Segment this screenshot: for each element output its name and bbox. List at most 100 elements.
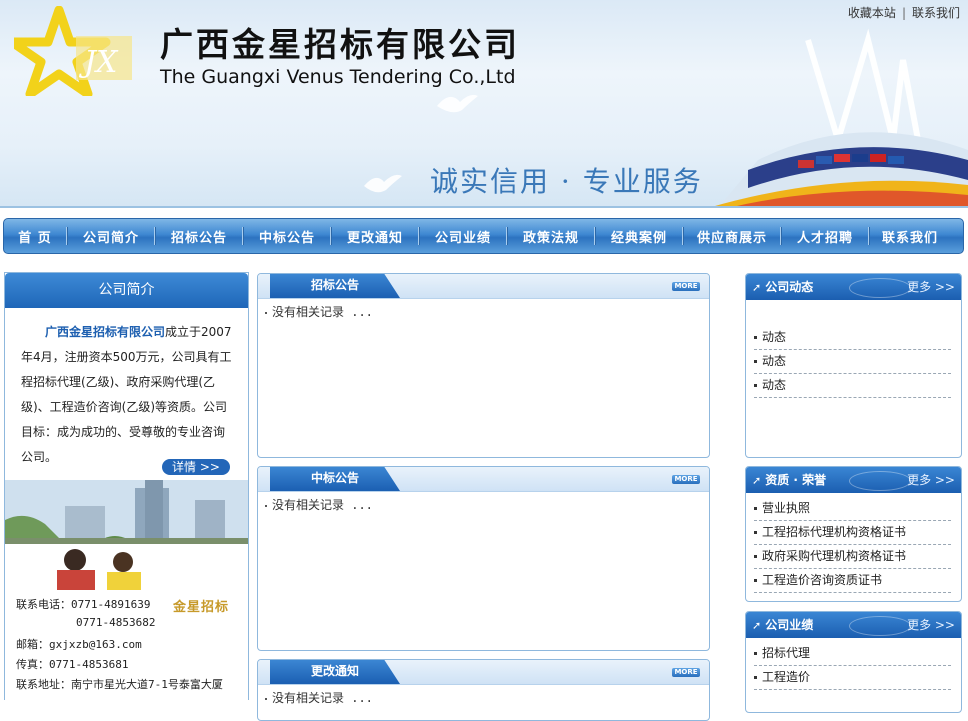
panel-title: 中标公告 xyxy=(270,467,400,491)
detail-button[interactable]: 详情 >> xyxy=(162,459,230,475)
arrow-icon: ➚ xyxy=(752,619,762,632)
list-item[interactable]: 工程造价咨询资质证书 xyxy=(754,569,951,593)
qualifications-panel: ➚ 资质 · 荣誉 更多 >> 营业执照 工程招标代理机构资格证书 政府采购代理机… xyxy=(745,466,962,602)
staff-photo xyxy=(57,549,141,590)
more-link[interactable]: 更多 >> xyxy=(907,467,955,493)
company-news-panel: ➚ 公司动态 更多 >> 动态 动态 动态 xyxy=(745,273,962,458)
intro-text: 成立于2007年4月，注册资本500万元，公司具有工程招标代理(乙级)、政府采购… xyxy=(21,325,232,464)
arrow-icon: ➚ xyxy=(752,281,762,294)
more-link[interactable]: 更多 >> xyxy=(907,274,955,300)
more-button[interactable]: MORE xyxy=(672,668,700,677)
more-button[interactable]: MORE xyxy=(672,282,700,291)
about-panel-title: 公司简介 xyxy=(5,273,248,308)
main-nav: 首 页 公司简介 招标公告 中标公告 更改通知 公司业绩 政策法规 经典案例 供… xyxy=(3,218,964,254)
panel-body: 没有相关记录 ... xyxy=(258,685,709,710)
bullet-icon xyxy=(754,531,757,534)
swirl-decoration xyxy=(849,616,911,636)
contact-phone: 联系电话：0771-4891639 xyxy=(16,598,151,611)
nav-contact[interactable]: 联系我们 xyxy=(870,227,950,246)
empty-message: 没有相关记录 ... xyxy=(272,305,373,319)
panel-title: 更改通知 xyxy=(270,660,400,684)
list-item[interactable]: 工程招标代理机构资格证书 xyxy=(754,521,951,545)
tender-notice-panel: 招标公告 MORE 没有相关记录 ... xyxy=(257,273,710,458)
slogan: 诚实信用 · 专业服务 xyxy=(430,165,703,198)
bullet-icon xyxy=(754,360,757,363)
dove-icon xyxy=(437,94,478,113)
nav-change-notice[interactable]: 更改通知 xyxy=(332,227,418,246)
swirl-decoration xyxy=(849,278,911,298)
star-logo-icon: JX xyxy=(14,6,132,96)
bullet-icon xyxy=(754,652,757,655)
panel-title: 资质 · 荣誉 xyxy=(765,473,827,487)
nav-home[interactable]: 首 页 xyxy=(4,227,66,246)
panel-header: ➚ 资质 · 荣誉 更多 >> xyxy=(746,467,961,493)
panel-title: 公司动态 xyxy=(765,280,814,294)
nav-about[interactable]: 公司简介 xyxy=(68,227,154,246)
nav-jobs[interactable]: 人才招聘 xyxy=(782,227,868,246)
city-photo xyxy=(5,480,248,544)
change-notice-panel: 更改通知 MORE 没有相关记录 ... xyxy=(257,659,710,721)
site-header: JX 广西金星招标有限公司 The Guangxi Venus Tenderin… xyxy=(0,0,968,208)
panel-body: 没有相关记录 ... xyxy=(258,299,709,324)
panel-header: ➚ 公司业绩 更多 >> xyxy=(746,612,961,638)
list-item[interactable]: 招标代理 xyxy=(754,642,951,666)
list-item[interactable]: 动态 xyxy=(754,374,951,398)
contact-phone-2: 0771-4853682 xyxy=(76,616,156,629)
bullet-icon xyxy=(754,336,757,339)
panel-header: 更改通知 MORE xyxy=(258,660,709,685)
panel-header: 中标公告 MORE xyxy=(258,467,709,492)
list-item[interactable]: 动态 xyxy=(754,350,951,374)
about-intro: 广西金星招标有限公司成立于2007年4月，注册资本500万元，公司具有工程招标代… xyxy=(5,308,248,470)
more-link[interactable]: 更多 >> xyxy=(907,612,955,638)
panel-header: ➚ 公司动态 更多 >> xyxy=(746,274,961,300)
list-item[interactable]: 政府采购代理机构资格证书 xyxy=(754,545,951,569)
panel-body: 没有相关记录 ... xyxy=(258,492,709,517)
bullet-icon xyxy=(754,384,757,387)
nav-award-notice[interactable]: 中标公告 xyxy=(244,227,330,246)
stadium-illustration xyxy=(708,28,968,208)
link-separator: | xyxy=(901,6,906,20)
panel-header: 招标公告 MORE xyxy=(258,274,709,299)
bullet-icon xyxy=(265,504,267,507)
empty-message: 没有相关记录 ... xyxy=(272,691,373,705)
about-panel: 公司简介 广西金星招标有限公司成立于2007年4月，注册资本500万元，公司具有… xyxy=(4,272,249,700)
award-notice-panel: 中标公告 MORE 没有相关记录 ... xyxy=(257,466,710,651)
arrow-icon: ➚ xyxy=(752,474,762,487)
brand-stamp: 金星招标 xyxy=(173,600,230,615)
contact-address: 联系地址：南宁市星光大道7-1号泰富大厦 xyxy=(16,678,223,691)
nav-cases[interactable]: 经典案例 xyxy=(596,227,682,246)
contact-area: 金星招标 联系电话：0771-4891639 0771-4853682 邮箱：g… xyxy=(5,544,248,700)
list-item[interactable]: 动态 xyxy=(754,326,951,350)
nav-policy[interactable]: 政策法规 xyxy=(508,227,594,246)
bullet-icon xyxy=(754,676,757,679)
panel-title: 公司业绩 xyxy=(765,618,814,632)
swirl-decoration xyxy=(849,471,911,491)
contact-email: 邮箱：gxjxzb@163.com xyxy=(16,638,142,651)
performance-list: 招标代理 工程造价 xyxy=(746,638,961,690)
dove-icon xyxy=(364,174,402,193)
nav-tender-notice[interactable]: 招标公告 xyxy=(156,227,242,246)
contact-fax: 传真：0771-4853681 xyxy=(16,658,129,671)
intro-company-name[interactable]: 广西金星招标有限公司 xyxy=(45,325,165,339)
more-button[interactable]: MORE xyxy=(672,475,700,484)
nav-performance[interactable]: 公司业绩 xyxy=(420,227,506,246)
list-item[interactable]: 工程造价 xyxy=(754,666,951,690)
contact-link[interactable]: 联系我们 xyxy=(912,6,960,20)
company-name-en: The Guangxi Venus Tendering Co.,Ltd xyxy=(160,66,516,88)
performance-panel: ➚ 公司业绩 更多 >> 招标代理 工程造价 xyxy=(745,611,962,713)
bullet-icon xyxy=(754,507,757,510)
logo-letters: JX xyxy=(78,45,119,80)
qualifications-list: 营业执照 工程招标代理机构资格证书 政府采购代理机构资格证书 工程造价咨询资质证… xyxy=(746,493,961,593)
empty-message: 没有相关记录 ... xyxy=(272,498,373,512)
bullet-icon xyxy=(754,555,757,558)
panel-title: 招标公告 xyxy=(270,274,400,298)
list-item[interactable]: 营业执照 xyxy=(754,497,951,521)
top-links: 收藏本站 | 联系我们 xyxy=(848,4,960,21)
header-divider xyxy=(0,206,968,208)
bullet-icon xyxy=(265,311,267,314)
bullet-icon xyxy=(754,579,757,582)
nav-suppliers[interactable]: 供应商展示 xyxy=(684,227,780,246)
bookmark-link[interactable]: 收藏本站 xyxy=(848,6,896,20)
news-list: 动态 动态 动态 xyxy=(746,300,961,398)
company-name-cn: 广西金星招标有限公司 xyxy=(160,25,520,64)
